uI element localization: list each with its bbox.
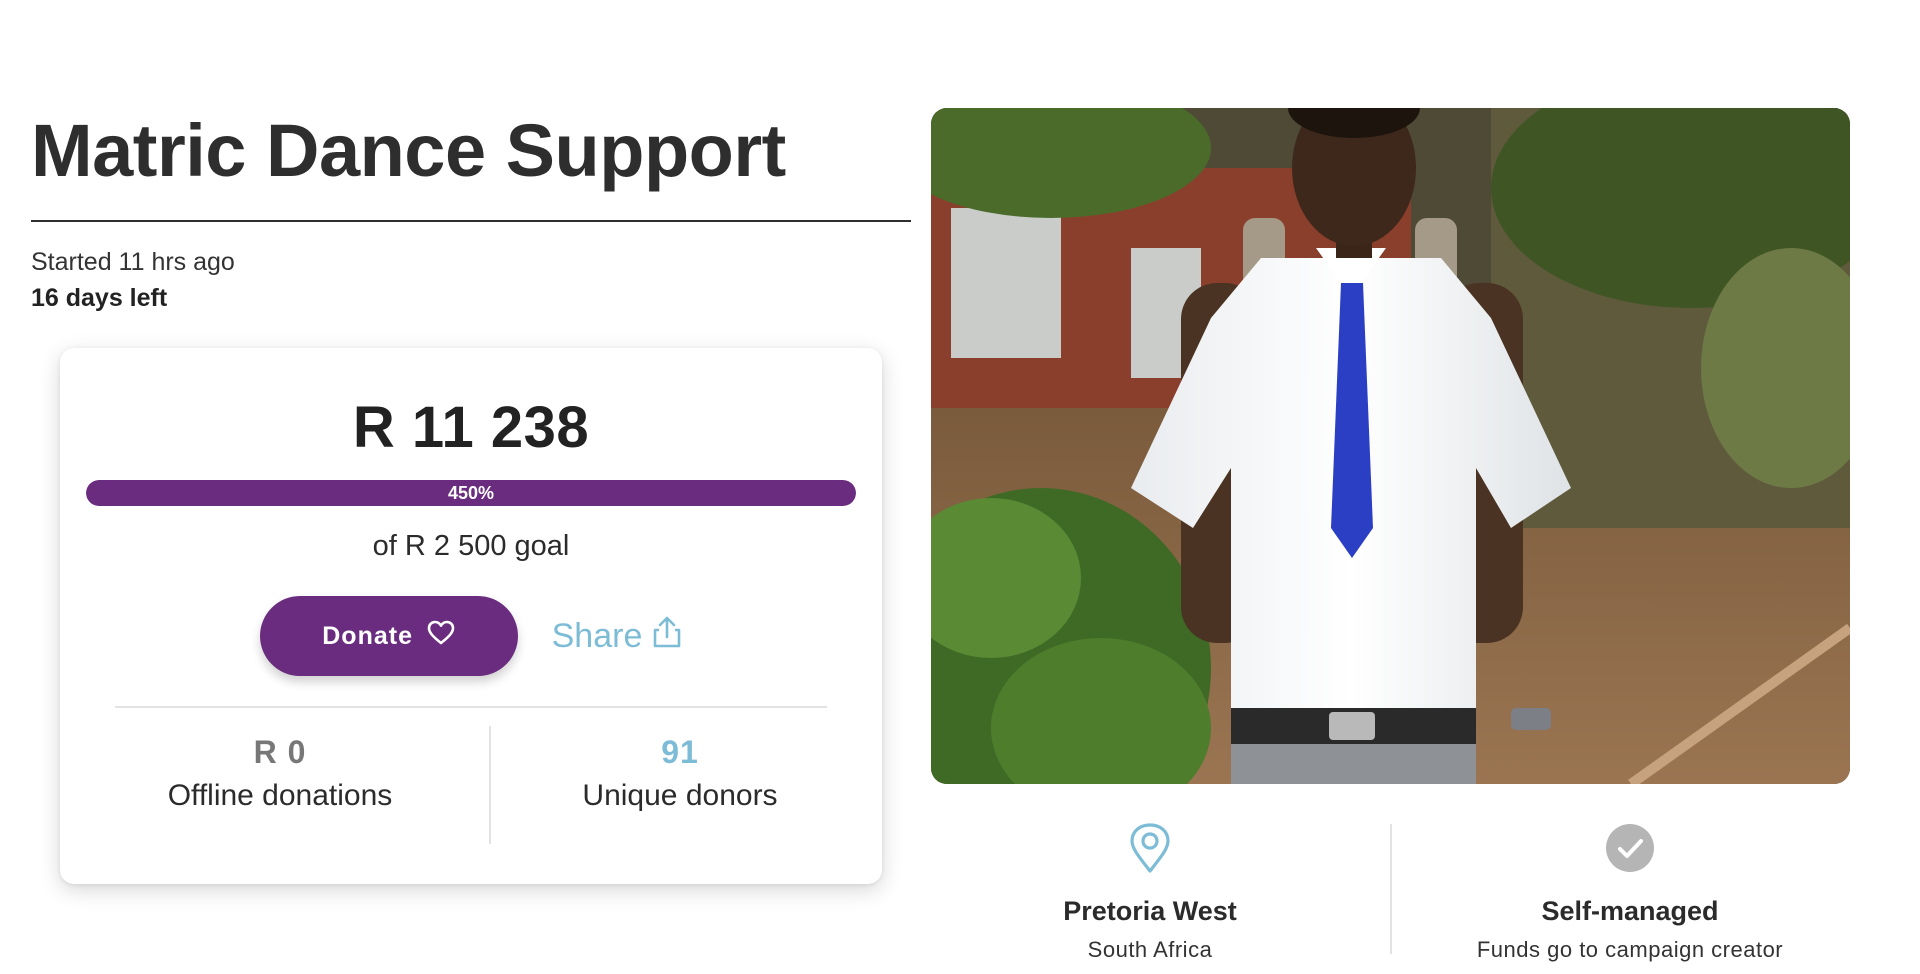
offline-donations-value: R 0 (253, 734, 307, 770)
started-time: Started 11 hrs ago (31, 248, 235, 276)
offline-donations-label: Offline donations (167, 779, 393, 812)
heart-icon (427, 620, 455, 653)
donate-button[interactable]: Donate (259, 596, 518, 676)
amount-raised: R 11 238 (352, 395, 590, 460)
campaign-photo (931, 108, 1850, 784)
share-link[interactable]: Share (552, 596, 683, 676)
stats-divider (115, 706, 827, 708)
donate-button-label: Donate (322, 621, 413, 650)
unique-donors-label: Unique donors (582, 779, 778, 812)
location-info: Pretoria West South Africa (910, 820, 1390, 963)
location-country: South Africa (1087, 937, 1213, 962)
offline-donations-stat: R 0 Offline donations (100, 734, 460, 813)
title-divider (31, 220, 911, 222)
share-link-label: Share (551, 616, 643, 655)
check-circle-icon (1390, 820, 1870, 876)
progress-label: 450% (447, 483, 495, 503)
unique-donors-value: 91 (661, 734, 699, 770)
card-actions: Donate Share (60, 596, 882, 676)
self-managed-title: Self-managed (1541, 896, 1719, 926)
campaign-meta: Started 11 hrs ago 16 days left (31, 244, 235, 316)
goal-text: of R 2 500 goal (372, 530, 570, 562)
progress-bar: 450% (86, 480, 856, 506)
campaign-title: Matric Dance Support (31, 109, 786, 192)
stats-separator (489, 726, 491, 844)
share-icon (652, 615, 682, 658)
location-city: Pretoria West (1063, 896, 1237, 926)
self-managed-info: Self-managed Funds go to campaign creato… (1390, 820, 1870, 963)
unique-donors-stat: 91 Unique donors (500, 734, 860, 813)
campaign-page: Matric Dance Support Started 11 hrs ago … (0, 0, 1920, 974)
days-left: 16 days left (31, 284, 168, 312)
donation-card: R 11 238 450% of R 2 500 goal Donate Sha… (60, 348, 882, 884)
map-pin-icon (910, 820, 1390, 876)
self-managed-subtitle: Funds go to campaign creator (1476, 937, 1784, 962)
